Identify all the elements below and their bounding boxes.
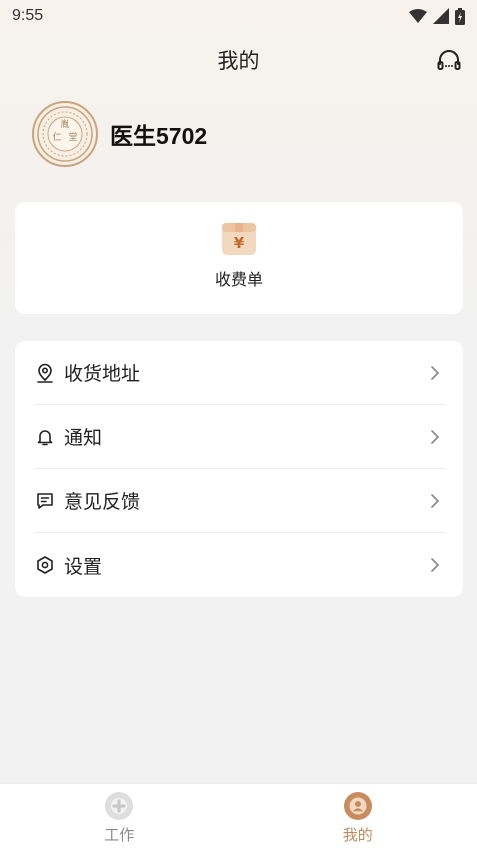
username: 医生5702 xyxy=(110,123,208,149)
medical-cross-icon xyxy=(105,792,134,820)
chevron-right-icon xyxy=(431,494,439,508)
wifi-icon xyxy=(409,9,427,23)
battery-icon xyxy=(455,7,465,25)
bill-yen-glyph: ¥ xyxy=(234,234,245,252)
bill-label: 收费单 xyxy=(214,270,263,289)
headset-icon xyxy=(437,50,461,70)
user-avatar-icon xyxy=(343,792,372,820)
page-header: 我的 xyxy=(0,40,477,80)
menu-item-notification[interactable]: 通知 xyxy=(35,405,445,469)
svg-text:仁: 仁 xyxy=(52,131,61,143)
avatar[interactable]: 胤 仁 堂 xyxy=(32,101,98,167)
status-icons xyxy=(409,7,465,25)
bill-button[interactable]: ¥ 收费单 xyxy=(15,202,463,314)
seal-logo-icon: 胤 仁 堂 xyxy=(37,106,93,162)
bill-card: ¥ 收费单 xyxy=(15,202,463,314)
chevron-right-icon xyxy=(431,366,439,380)
feedback-icon xyxy=(35,491,55,511)
cell-signal-icon xyxy=(433,8,449,24)
bell-icon xyxy=(35,427,55,447)
location-pin-icon xyxy=(35,363,55,383)
menu-item-label: 设置 xyxy=(64,555,103,578)
status-time: 9:55 xyxy=(12,7,44,24)
svg-text:胤: 胤 xyxy=(60,118,69,130)
svg-text:堂: 堂 xyxy=(68,131,77,143)
bill-box-icon: ¥ xyxy=(222,223,256,255)
profile-section[interactable]: 胤 仁 堂 医生5702 xyxy=(32,101,207,167)
menu-item-label: 收货地址 xyxy=(64,363,141,385)
tab-work[interactable]: 工作 xyxy=(0,784,239,850)
settings-hexagon-icon xyxy=(35,555,55,575)
tab-label: 工作 xyxy=(104,826,135,844)
tab-label: 我的 xyxy=(342,826,373,844)
menu-item-feedback[interactable]: 意见反馈 xyxy=(35,469,445,533)
customer-service-button[interactable] xyxy=(436,48,462,74)
page-title: 我的 xyxy=(217,49,260,73)
chevron-right-icon xyxy=(431,430,439,444)
menu-item-label: 通知 xyxy=(64,427,103,449)
menu-card: 收货地址 通知 意见反馈 设置 xyxy=(15,341,463,597)
bottom-tab-bar: 工作 我的 xyxy=(0,783,477,850)
tab-mine[interactable]: 我的 xyxy=(239,784,477,850)
menu-item-address[interactable]: 收货地址 xyxy=(35,341,445,405)
menu-item-label: 意见反馈 xyxy=(64,491,141,513)
status-bar: 9:55 xyxy=(0,0,477,32)
chevron-right-icon xyxy=(431,558,439,572)
menu-item-settings[interactable]: 设置 xyxy=(35,533,445,597)
